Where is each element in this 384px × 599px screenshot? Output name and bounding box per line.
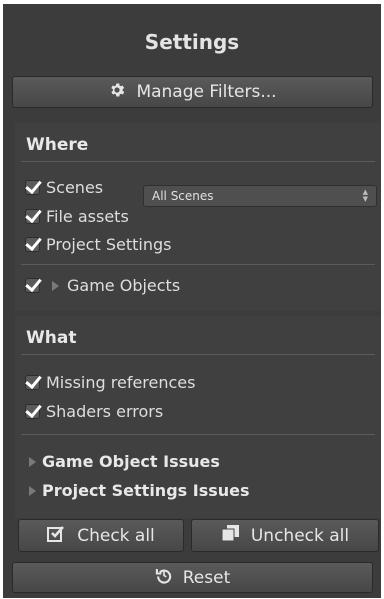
uncheck-all-label: Uncheck all — [250, 525, 350, 546]
scenes-dropdown-value: All Scenes — [152, 189, 214, 203]
dropdown-arrows-icon: ▲ ▼ — [362, 188, 368, 203]
missing-references-label: Missing references — [46, 373, 196, 392]
check-all-button[interactable]: Check all — [18, 519, 184, 552]
project-settings-label: Project Settings — [46, 235, 172, 254]
scenes-label: Scenes — [46, 178, 104, 197]
settings-panel: Settings Manage Filters... Where Scenes … — [3, 4, 381, 598]
expand-arrow-icon — [29, 485, 36, 496]
game-object-issues-foldout[interactable]: Game Object Issues — [29, 452, 220, 471]
expand-arrow-icon — [29, 456, 36, 467]
game-object-issues-label: Game Object Issues — [42, 452, 220, 471]
game-objects-label: Game Objects — [67, 276, 181, 295]
reset-label: Reset — [182, 567, 231, 588]
file-assets-toggle[interactable]: File assets — [25, 207, 129, 226]
divider — [21, 434, 375, 435]
expand-arrow-icon[interactable] — [52, 280, 59, 291]
scenes-checkbox[interactable] — [25, 180, 40, 195]
missing-references-toggle[interactable]: Missing references — [25, 373, 195, 392]
game-objects-checkbox[interactable] — [25, 278, 40, 293]
project-settings-issues-foldout[interactable]: Project Settings Issues — [29, 481, 250, 500]
scenes-dropdown[interactable]: All Scenes ▲ ▼ — [143, 185, 377, 207]
reset-icon — [155, 566, 173, 589]
shaders-errors-checkbox[interactable] — [25, 404, 40, 419]
project-settings-toggle[interactable]: Project Settings — [25, 235, 171, 254]
uncheck-all-button[interactable]: Uncheck all — [191, 519, 379, 552]
unchecked-box-icon — [221, 524, 241, 547]
divider — [21, 264, 375, 265]
manage-filters-button[interactable]: Manage Filters... — [12, 76, 373, 108]
game-objects-toggle[interactable]: Game Objects — [25, 276, 180, 295]
manage-filters-label: Manage Filters... — [136, 82, 277, 102]
checked-box-icon — [47, 524, 67, 547]
what-section: What Missing references Shaders errors G… — [15, 316, 381, 518]
file-assets-label: File assets — [46, 207, 129, 226]
where-heading: Where — [26, 135, 89, 155]
shaders-errors-toggle[interactable]: Shaders errors — [25, 402, 163, 421]
missing-references-checkbox[interactable] — [25, 375, 40, 390]
gear-icon — [108, 81, 126, 104]
reset-button[interactable]: Reset — [12, 562, 373, 593]
file-assets-checkbox[interactable] — [25, 209, 40, 224]
project-settings-issues-label: Project Settings Issues — [42, 481, 250, 500]
project-settings-checkbox[interactable] — [25, 237, 40, 252]
divider — [21, 354, 375, 355]
shaders-errors-label: Shaders errors — [46, 402, 164, 421]
scenes-toggle[interactable]: Scenes — [25, 178, 103, 197]
where-section: Where Scenes All Scenes ▲ ▼ File assets P… — [15, 123, 381, 311]
what-heading: What — [26, 328, 77, 348]
check-all-label: Check all — [77, 525, 155, 546]
divider — [21, 161, 375, 162]
page-title: Settings — [144, 30, 240, 54]
